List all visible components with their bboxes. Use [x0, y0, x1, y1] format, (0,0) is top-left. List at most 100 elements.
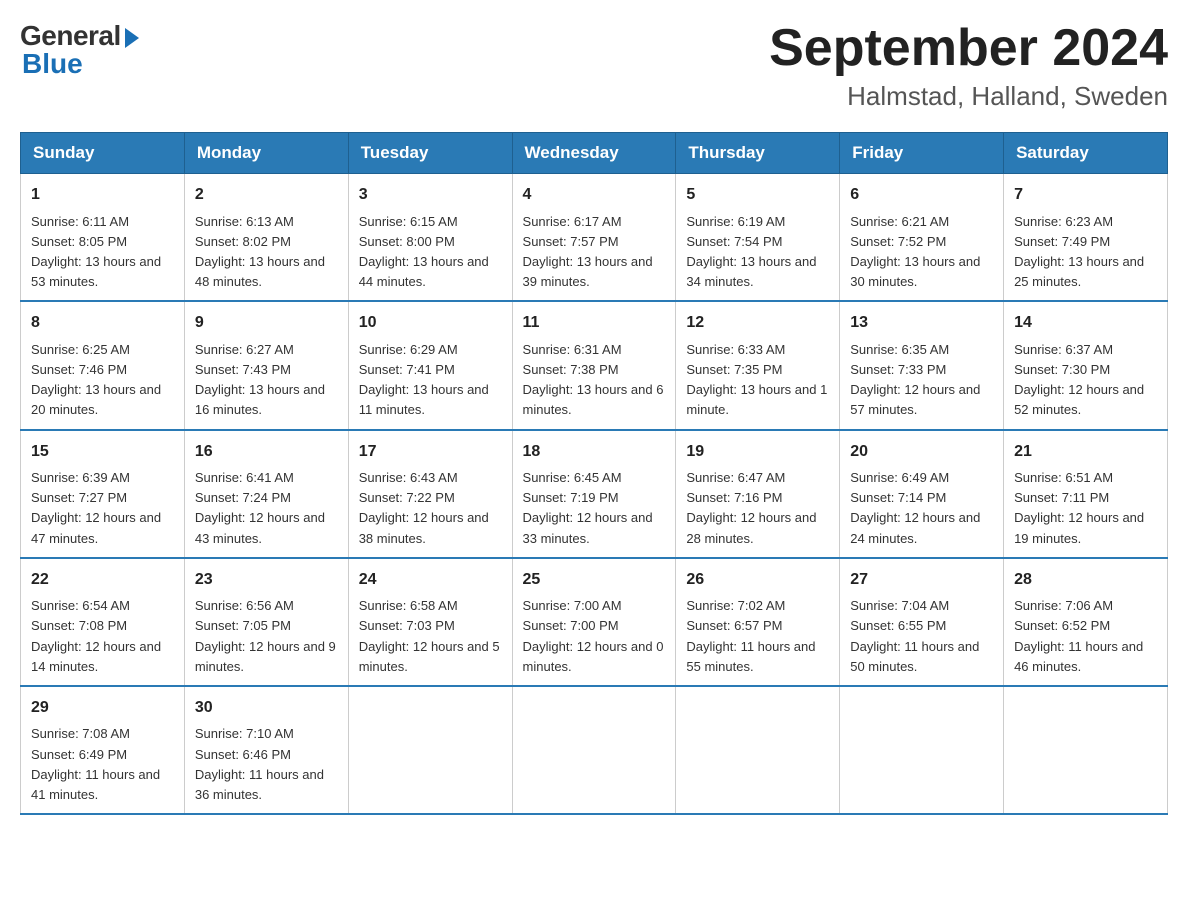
calendar-day-cell: 5Sunrise: 6:19 AMSunset: 7:54 PMDaylight… — [676, 174, 840, 302]
day-number: 1 — [31, 182, 174, 208]
day-info: Sunrise: 6:58 AMSunset: 7:03 PMDaylight:… — [359, 596, 502, 677]
calendar-day-cell: 9 Sunrise: 6:27 AMSunset: 7:43 PMDaylight… — [184, 301, 348, 429]
day-number: 22 — [31, 567, 174, 593]
calendar-day-cell: 10 Sunrise: 6:29 AMSunset: 7:41 PMDayligh… — [348, 301, 512, 429]
calendar-day-cell — [512, 686, 676, 814]
calendar-week-row: 8 Sunrise: 6:25 AMSunset: 7:46 PMDaylight… — [21, 301, 1168, 429]
day-info: Sunrise: 6:23 AMSunset: 7:49 PMDaylight:… — [1014, 212, 1157, 293]
weekday-header-wednesday: Wednesday — [512, 133, 676, 174]
calendar-day-cell: 12 Sunrise: 6:33 AMSunset: 7:35 PMDayligh… — [676, 301, 840, 429]
calendar-title: September 2024 — [769, 20, 1168, 77]
day-info: Sunrise: 6:15 AMSunset: 8:00 PMDaylight:… — [359, 212, 502, 293]
day-number: 20 — [850, 439, 993, 465]
calendar-day-cell: 22 Sunrise: 6:54 AMSunset: 7:08 PMDayligh… — [21, 558, 185, 686]
day-info: Sunrise: 6:13 AMSunset: 8:02 PMDaylight:… — [195, 212, 338, 293]
day-number: 19 — [686, 439, 829, 465]
logo: General Blue — [20, 20, 139, 80]
day-number: 2 — [195, 182, 338, 208]
calendar-week-row: 29 Sunrise: 7:08 AMSunset: 6:49 PMDayligh… — [21, 686, 1168, 814]
day-number: 7 — [1014, 182, 1157, 208]
logo-arrow-icon — [125, 28, 139, 48]
day-number: 16 — [195, 439, 338, 465]
day-number: 26 — [686, 567, 829, 593]
calendar-day-cell: 7 Sunrise: 6:23 AMSunset: 7:49 PMDaylight… — [1004, 174, 1168, 302]
calendar-day-cell: 28 Sunrise: 7:06 AMSunset: 6:52 PMDayligh… — [1004, 558, 1168, 686]
day-info: Sunrise: 6:41 AMSunset: 7:24 PMDaylight:… — [195, 468, 338, 549]
day-info: Sunrise: 7:04 AMSunset: 6:55 PMDaylight:… — [850, 596, 993, 677]
day-number: 27 — [850, 567, 993, 593]
day-info: Sunrise: 6:21 AMSunset: 7:52 PMDaylight:… — [850, 212, 993, 293]
day-info: Sunrise: 7:08 AMSunset: 6:49 PMDaylight:… — [31, 724, 174, 805]
day-number: 28 — [1014, 567, 1157, 593]
calendar-day-cell: 18 Sunrise: 6:45 AMSunset: 7:19 PMDayligh… — [512, 430, 676, 558]
calendar-location: Halmstad, Halland, Sweden — [769, 81, 1168, 112]
day-info: Sunrise: 7:10 AMSunset: 6:46 PMDaylight:… — [195, 724, 338, 805]
day-info: Sunrise: 6:43 AMSunset: 7:22 PMDaylight:… — [359, 468, 502, 549]
day-number: 9 — [195, 310, 338, 336]
page-header: General Blue September 2024 Halmstad, Ha… — [20, 20, 1168, 112]
day-number: 24 — [359, 567, 502, 593]
calendar-day-cell: 26 Sunrise: 7:02 AMSunset: 6:57 PMDayligh… — [676, 558, 840, 686]
weekday-header-friday: Friday — [840, 133, 1004, 174]
day-number: 11 — [523, 310, 666, 336]
weekday-header-thursday: Thursday — [676, 133, 840, 174]
day-number: 10 — [359, 310, 502, 336]
day-number: 18 — [523, 439, 666, 465]
calendar-day-cell: 16 Sunrise: 6:41 AMSunset: 7:24 PMDayligh… — [184, 430, 348, 558]
calendar-day-cell: 19 Sunrise: 6:47 AMSunset: 7:16 PMDayligh… — [676, 430, 840, 558]
day-info: Sunrise: 6:17 AMSunset: 7:57 PMDaylight:… — [523, 212, 666, 293]
day-info: Sunrise: 6:33 AMSunset: 7:35 PMDaylight:… — [686, 340, 829, 421]
day-info: Sunrise: 6:27 AMSunset: 7:43 PMDaylight:… — [195, 340, 338, 421]
calendar-day-cell: 14 Sunrise: 6:37 AMSunset: 7:30 PMDayligh… — [1004, 301, 1168, 429]
day-number: 6 — [850, 182, 993, 208]
calendar-table: SundayMondayTuesdayWednesdayThursdayFrid… — [20, 132, 1168, 815]
day-info: Sunrise: 6:45 AMSunset: 7:19 PMDaylight:… — [523, 468, 666, 549]
calendar-day-cell — [840, 686, 1004, 814]
calendar-day-cell: 30 Sunrise: 7:10 AMSunset: 6:46 PMDayligh… — [184, 686, 348, 814]
day-number: 4 — [523, 182, 666, 208]
day-number: 13 — [850, 310, 993, 336]
day-info: Sunrise: 6:25 AMSunset: 7:46 PMDaylight:… — [31, 340, 174, 421]
day-info: Sunrise: 6:29 AMSunset: 7:41 PMDaylight:… — [359, 340, 502, 421]
day-info: Sunrise: 7:06 AMSunset: 6:52 PMDaylight:… — [1014, 596, 1157, 677]
day-info: Sunrise: 6:47 AMSunset: 7:16 PMDaylight:… — [686, 468, 829, 549]
day-info: Sunrise: 6:51 AMSunset: 7:11 PMDaylight:… — [1014, 468, 1157, 549]
day-info: Sunrise: 6:56 AMSunset: 7:05 PMDaylight:… — [195, 596, 338, 677]
calendar-day-cell: 2 Sunrise: 6:13 AMSunset: 8:02 PMDaylight… — [184, 174, 348, 302]
day-number: 8 — [31, 310, 174, 336]
logo-blue-text: Blue — [20, 48, 139, 80]
day-number: 25 — [523, 567, 666, 593]
day-info: Sunrise: 6:31 AMSunset: 7:38 PMDaylight:… — [523, 340, 666, 421]
title-block: September 2024 Halmstad, Halland, Sweden — [769, 20, 1168, 112]
day-number: 29 — [31, 695, 174, 721]
calendar-day-cell: 24 Sunrise: 6:58 AMSunset: 7:03 PMDayligh… — [348, 558, 512, 686]
day-info: Sunrise: 6:19 AMSunset: 7:54 PMDaylight:… — [686, 212, 829, 293]
calendar-day-cell: 11 Sunrise: 6:31 AMSunset: 7:38 PMDayligh… — [512, 301, 676, 429]
day-info: Sunrise: 6:11 AMSunset: 8:05 PMDaylight:… — [31, 212, 174, 293]
weekday-header-monday: Monday — [184, 133, 348, 174]
weekday-header-saturday: Saturday — [1004, 133, 1168, 174]
calendar-day-cell: 8 Sunrise: 6:25 AMSunset: 7:46 PMDaylight… — [21, 301, 185, 429]
day-info: Sunrise: 6:35 AMSunset: 7:33 PMDaylight:… — [850, 340, 993, 421]
day-info: Sunrise: 7:02 AMSunset: 6:57 PMDaylight:… — [686, 596, 829, 677]
calendar-day-cell: 4 Sunrise: 6:17 AMSunset: 7:57 PMDaylight… — [512, 174, 676, 302]
calendar-day-cell: 25Sunrise: 7:00 AMSunset: 7:00 PMDayligh… — [512, 558, 676, 686]
calendar-day-cell: 20 Sunrise: 6:49 AMSunset: 7:14 PMDayligh… — [840, 430, 1004, 558]
day-info: Sunrise: 6:37 AMSunset: 7:30 PMDaylight:… — [1014, 340, 1157, 421]
calendar-week-row: 22 Sunrise: 6:54 AMSunset: 7:08 PMDayligh… — [21, 558, 1168, 686]
calendar-day-cell — [348, 686, 512, 814]
day-info: Sunrise: 6:49 AMSunset: 7:14 PMDaylight:… — [850, 468, 993, 549]
day-number: 12 — [686, 310, 829, 336]
calendar-week-row: 1 Sunrise: 6:11 AMSunset: 8:05 PMDaylight… — [21, 174, 1168, 302]
calendar-day-cell — [676, 686, 840, 814]
day-info: Sunrise: 6:39 AMSunset: 7:27 PMDaylight:… — [31, 468, 174, 549]
calendar-day-cell: 17Sunrise: 6:43 AMSunset: 7:22 PMDayligh… — [348, 430, 512, 558]
day-number: 30 — [195, 695, 338, 721]
calendar-week-row: 15Sunrise: 6:39 AMSunset: 7:27 PMDayligh… — [21, 430, 1168, 558]
day-number: 14 — [1014, 310, 1157, 336]
weekday-header-tuesday: Tuesday — [348, 133, 512, 174]
day-info: Sunrise: 6:54 AMSunset: 7:08 PMDaylight:… — [31, 596, 174, 677]
day-number: 3 — [359, 182, 502, 208]
weekday-header-sunday: Sunday — [21, 133, 185, 174]
calendar-day-cell: 13 Sunrise: 6:35 AMSunset: 7:33 PMDayligh… — [840, 301, 1004, 429]
